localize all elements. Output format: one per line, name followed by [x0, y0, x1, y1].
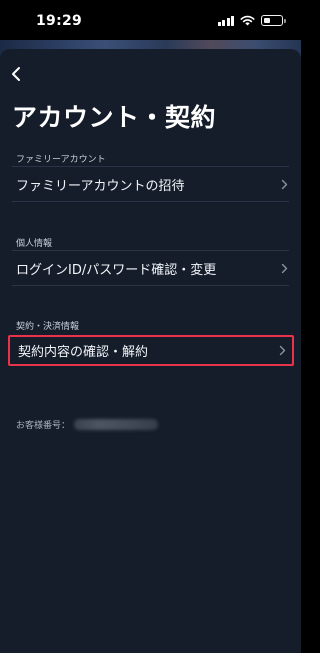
- row-label: ログインID/パスワード確認・変更: [16, 262, 217, 278]
- customer-number-label: お客様番号：: [16, 421, 71, 431]
- contract-cancel-item[interactable]: 契約内容の確認・解約: [8, 335, 294, 366]
- chevron-left-icon: [12, 67, 20, 81]
- section-header-billing: 契約・決済情報: [16, 322, 80, 332]
- wifi-icon: [240, 15, 255, 26]
- row-label: ファミリーアカウントの招待: [16, 178, 185, 194]
- section-header-family: ファミリーアカウント: [16, 155, 106, 165]
- section-header-personal: 個人情報: [16, 239, 53, 249]
- customer-number-value-blurred: [74, 419, 159, 430]
- divider: [12, 201, 289, 202]
- divider: [12, 166, 289, 167]
- login-password-item[interactable]: ログインID/パスワード確認・変更: [8, 253, 294, 283]
- row-label: 契約内容の確認・解約: [18, 345, 149, 360]
- divider: [12, 250, 289, 251]
- chevron-right-icon: [274, 258, 294, 278]
- customer-number: お客様番号：: [16, 418, 159, 431]
- chevron-right-icon: [274, 174, 294, 194]
- signal-icon: [217, 15, 234, 26]
- chevron-right-icon: [272, 341, 292, 361]
- status-icons: [217, 15, 286, 26]
- battery-icon: [261, 15, 286, 26]
- family-invite-item[interactable]: ファミリーアカウントの招待: [8, 169, 294, 199]
- divider: [12, 285, 289, 286]
- page-title: アカウント・契約: [12, 103, 217, 132]
- back-button[interactable]: [4, 62, 28, 86]
- status-time: 19:29: [36, 13, 83, 29]
- status-bar: 19:29: [0, 0, 301, 44]
